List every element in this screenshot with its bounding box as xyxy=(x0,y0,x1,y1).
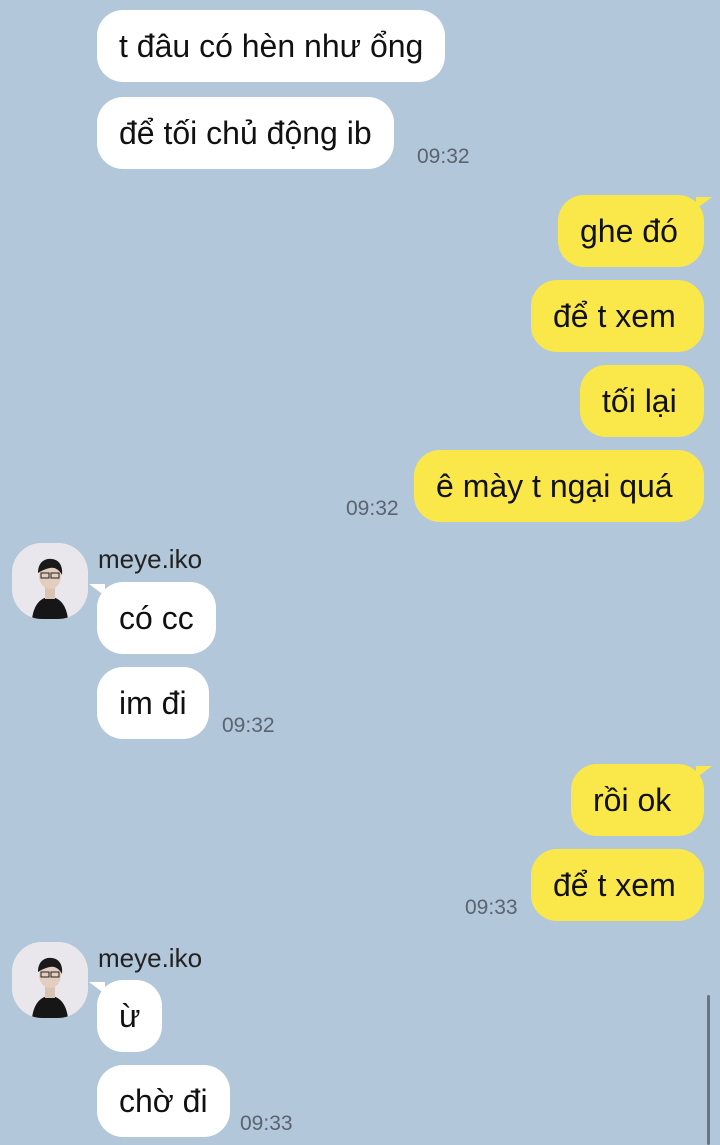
incoming-message[interactable]: im đi xyxy=(97,667,209,739)
message-text: để tối chủ động ib xyxy=(119,115,372,151)
sender-name: meye.iko xyxy=(98,544,203,574)
outgoing-message[interactable]: để t xem xyxy=(531,849,704,921)
message-timestamp: 09:32 xyxy=(417,145,470,168)
outgoing-message[interactable]: để t xem xyxy=(531,280,704,352)
message-text: rồi ok xyxy=(593,782,672,818)
incoming-message[interactable]: có cc xyxy=(89,582,216,654)
message-text: để t xem xyxy=(553,867,676,903)
message-text: im đi xyxy=(119,685,187,721)
message-text: t đâu có hèn như ổng xyxy=(119,28,424,64)
message-text: có cc xyxy=(119,600,194,636)
message-text: ê mày t ngại quá xyxy=(436,468,673,504)
outgoing-message[interactable]: tối lại xyxy=(580,365,704,437)
message-text: chờ đi xyxy=(119,1083,208,1119)
scrollbar[interactable] xyxy=(707,995,710,1145)
message-timestamp: 09:32 xyxy=(222,714,275,737)
outgoing-message[interactable]: ghe đó xyxy=(558,195,712,267)
message-timestamp: 09:33 xyxy=(465,896,518,919)
user-avatar-photo-icon xyxy=(12,942,88,1018)
sender-avatar[interactable] xyxy=(12,543,88,619)
message-timestamp: 09:33 xyxy=(240,1112,293,1135)
message-text: để t xem xyxy=(553,298,676,334)
incoming-message[interactable]: chờ đi xyxy=(97,1065,230,1137)
incoming-message[interactable]: t đâu có hèn như ổng xyxy=(97,10,446,82)
message-text: ghe đó xyxy=(580,213,678,249)
message-timestamp: 09:32 xyxy=(346,497,399,520)
message-text: tối lại xyxy=(602,383,677,419)
user-avatar-photo-icon xyxy=(12,543,88,619)
outgoing-message[interactable]: rồi ok xyxy=(571,764,712,836)
outgoing-message[interactable]: ê mày t ngại quá xyxy=(414,450,704,522)
sender-name: meye.iko xyxy=(98,943,203,973)
incoming-message[interactable]: để tối chủ động ib xyxy=(97,97,394,169)
sender-avatar[interactable] xyxy=(12,942,88,1018)
message-text: ừ xyxy=(119,998,141,1034)
incoming-message[interactable]: ừ xyxy=(88,980,163,1052)
